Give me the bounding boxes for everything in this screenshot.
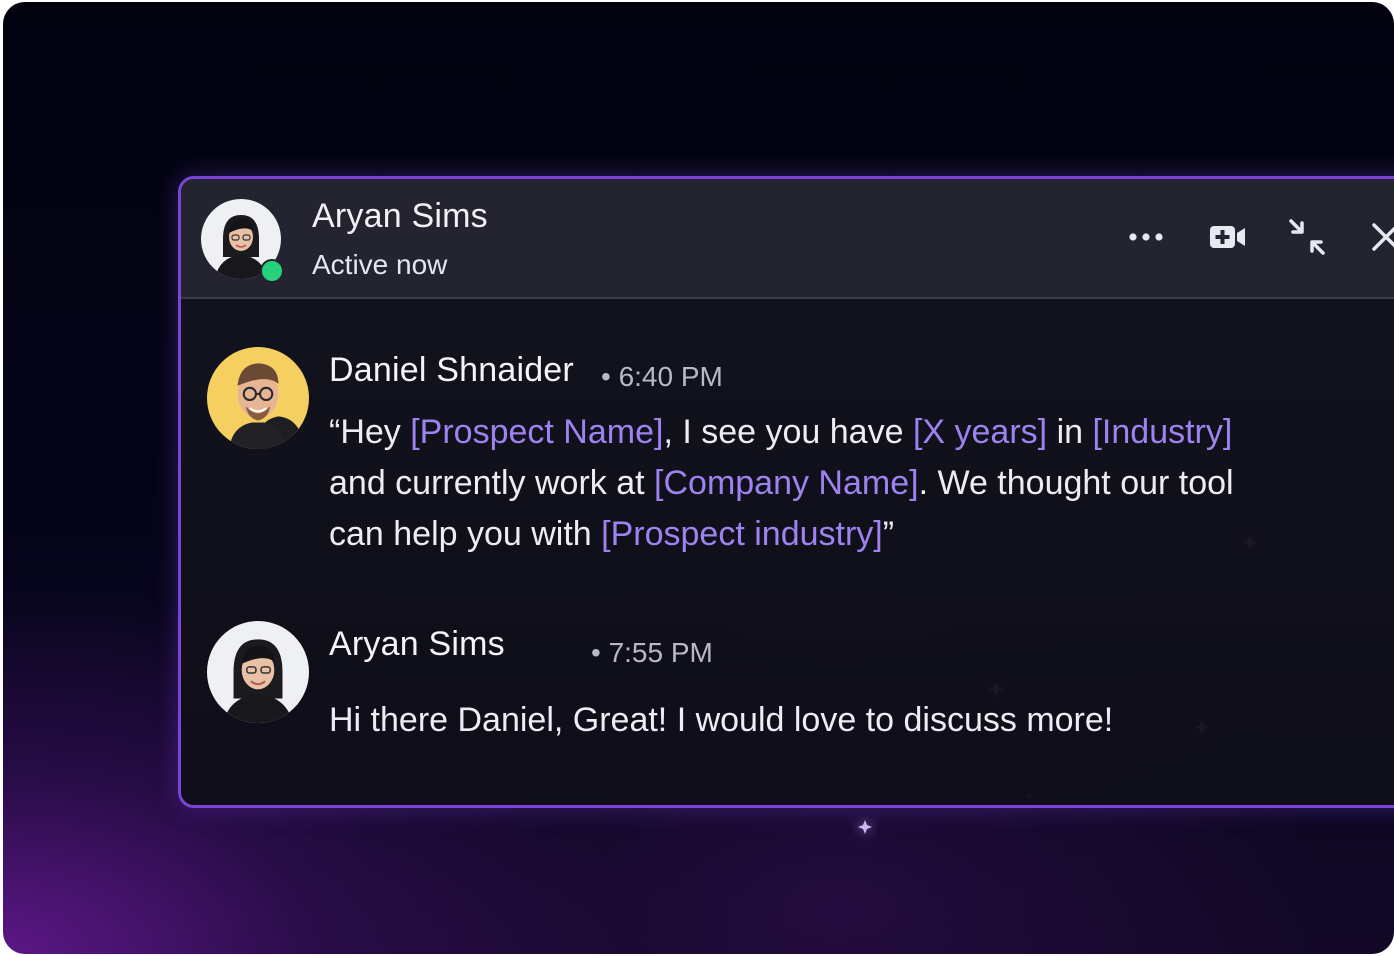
message-text-segment: “Hey [329, 413, 411, 451]
message-timestamp: • 7:55 PM [591, 637, 713, 668]
close-button[interactable] [1361, 215, 1394, 259]
minimize-arrows-icon [1289, 219, 1325, 255]
chat-window: Aryan Sims Active now Daniel Shnaider • … [178, 176, 1394, 808]
video-call-button[interactable] [1203, 215, 1253, 259]
avatar-man-icon [207, 347, 309, 449]
contact-status: Active now [312, 249, 448, 280]
message-text-segment: , I see you have [663, 413, 913, 451]
placeholder-token: [Prospect industry] [601, 515, 883, 553]
chat-header: Aryan Sims Active now [181, 179, 1394, 299]
sender-avatar[interactable] [207, 347, 309, 449]
message-text: “Hey [Prospect Name], I see you have [X … [329, 407, 1289, 560]
more-horizontal-icon [1129, 233, 1163, 241]
placeholder-token: [X years] [912, 413, 1048, 451]
message-text: Hi there Daniel, Great! I would love to … [329, 701, 1114, 739]
message-text-segment: ” [882, 515, 895, 553]
message-item: Daniel Shnaider • 6:40 PM “Hey [Prospect… [181, 329, 1394, 553]
message-text-segment: in [1047, 413, 1093, 451]
message-item: Aryan Sims • 7:55 PM Hi there Daniel, Gr… [181, 603, 1394, 783]
placeholder-token: [Industry] [1092, 413, 1233, 451]
background-canvas: Aryan Sims Active now Daniel Shnaider • … [3, 2, 1394, 954]
close-icon [1372, 223, 1394, 251]
video-add-icon [1210, 226, 1245, 248]
message-timestamp: • 6:40 PM [601, 361, 723, 392]
contact-name: Aryan Sims [312, 197, 488, 235]
more-options-button[interactable] [1121, 215, 1171, 259]
placeholder-token: [Company Name] [654, 464, 919, 502]
placeholder-token: [Prospect Name] [410, 413, 664, 451]
sender-name: Aryan Sims [329, 625, 505, 663]
sender-name: Daniel Shnaider [329, 351, 574, 389]
sparkle-decoration [858, 820, 872, 834]
message-text-segment: and currently work at [329, 464, 655, 502]
avatar-woman-icon [207, 621, 309, 723]
sender-avatar[interactable] [207, 621, 309, 723]
minimize-button[interactable] [1281, 215, 1333, 259]
online-status-indicator [260, 259, 284, 283]
